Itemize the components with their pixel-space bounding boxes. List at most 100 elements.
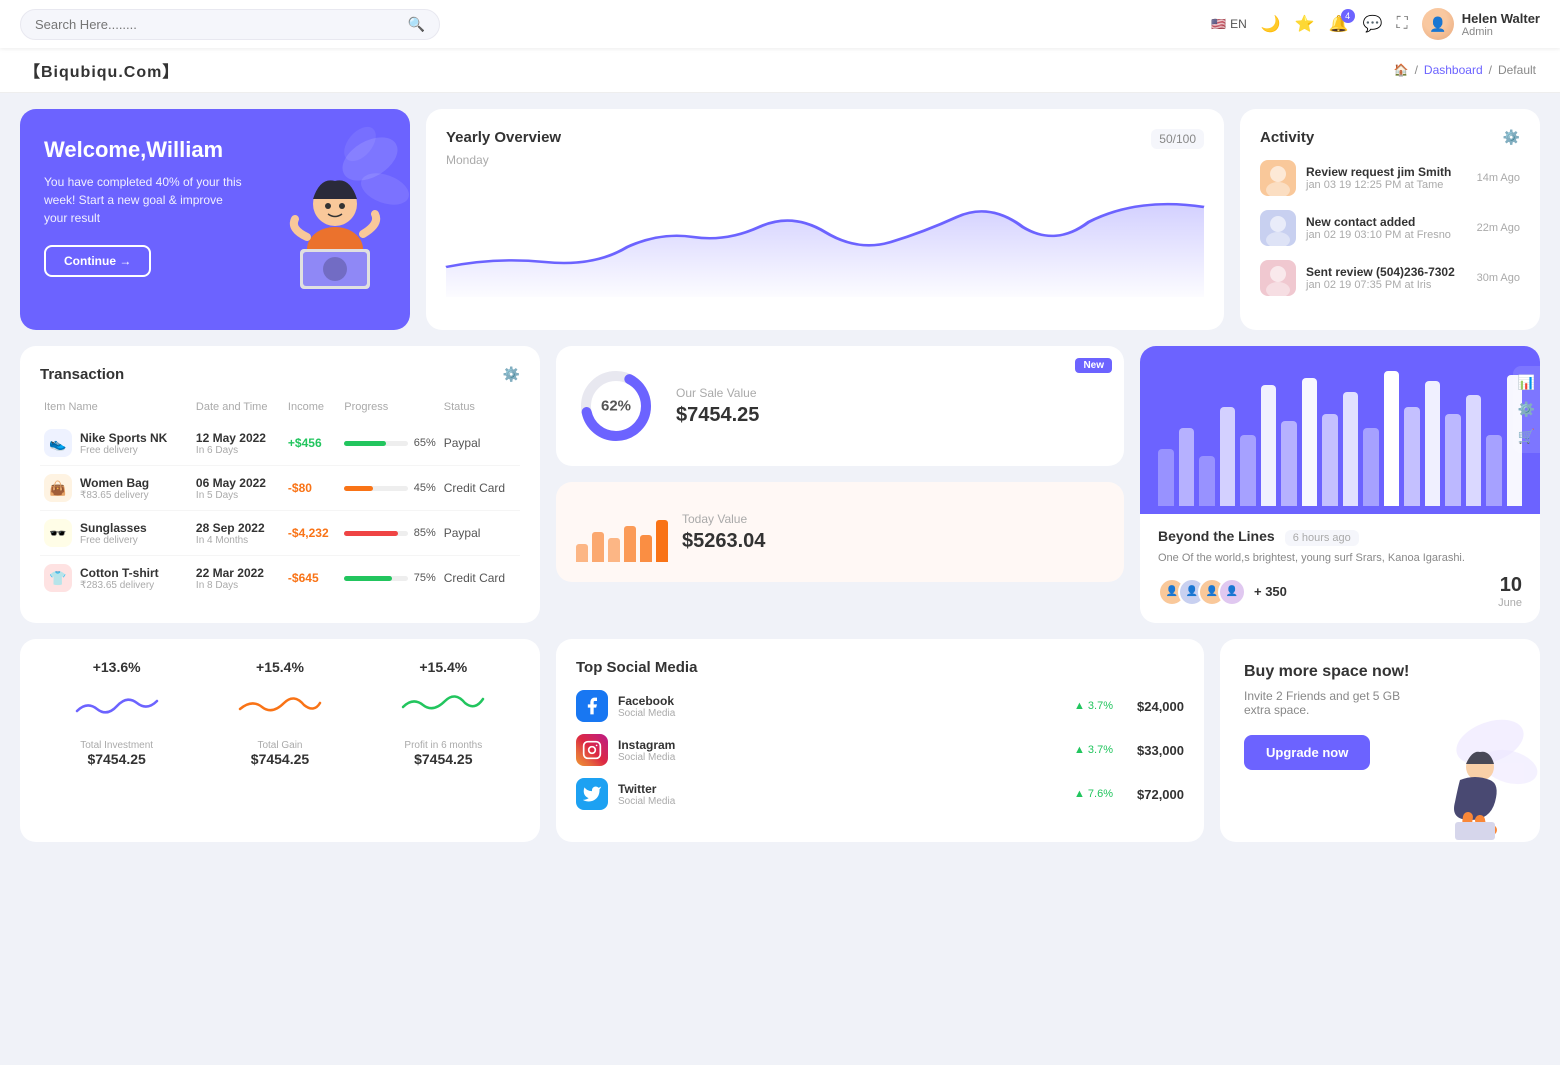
item-icon: 👕 <box>44 564 72 592</box>
user-role: Admin <box>1462 26 1540 38</box>
stat-pct: +13.6% <box>40 659 193 675</box>
transaction-settings-icon[interactable]: ⚙️ <box>503 366 520 383</box>
stat-value: $7454.25 <box>367 751 520 767</box>
stat-value: $7454.25 <box>40 751 193 767</box>
language-selector[interactable]: 🇺🇸 EN <box>1211 17 1247 31</box>
social-amount: $24,000 <box>1137 699 1184 714</box>
progress-bar <box>344 576 407 581</box>
search-bar[interactable]: 🔍 <box>20 9 440 40</box>
chart-bar <box>1384 371 1400 506</box>
new-badge: New <box>1075 358 1112 373</box>
item-date: 22 Mar 2022 <box>196 566 280 580</box>
social-growth: ▲ 3.7% <box>1074 700 1113 712</box>
item-sub: ₹83.65 delivery <box>80 490 149 501</box>
item-icon: 👜 <box>44 474 72 502</box>
welcome-card: Welcome,William You have completed 40% o… <box>20 109 410 330</box>
stat-value: $7454.25 <box>203 751 356 767</box>
today-value-amount: $5263.04 <box>682 530 1104 553</box>
progress-bar <box>344 531 407 536</box>
darkmode-icon[interactable]: 🌙 <box>1261 14 1281 34</box>
progress-pct: 45% <box>414 482 436 494</box>
social-growth: ▲ 7.6% <box>1074 788 1113 800</box>
chart-side-icon-2[interactable]: ⚙️ <box>1518 401 1535 418</box>
progress-fill <box>344 486 373 491</box>
nav-icons: 🇺🇸 EN 🌙 ⭐ 🔔 4 💬 ⛶ 👤 Helen Walter Admin <box>1211 8 1540 40</box>
social-media-title: Top Social Media <box>576 659 1184 676</box>
progress-pct: 65% <box>414 437 436 449</box>
chart-side-icon-1[interactable]: 📊 <box>1518 374 1535 391</box>
notification-icon[interactable]: 🔔 4 <box>1329 14 1349 34</box>
continue-button[interactable]: Continue → <box>44 245 151 277</box>
social-type: Social Media <box>618 796 675 807</box>
progress-fill <box>344 441 385 446</box>
item-name: Cotton T-shirt <box>80 566 159 580</box>
user-name: Helen Walter <box>1462 11 1540 26</box>
item-income-cell: -$80 <box>284 466 340 511</box>
social-media-item: Instagram Social Media ▲ 3.7% $33,000 <box>576 734 1184 766</box>
transaction-column-header: Date and Time <box>192 397 284 421</box>
item-status-cell: Paypal <box>440 421 520 466</box>
sale-value-label: Our Sale Value <box>676 386 1104 400</box>
stat-label: Total Investment <box>40 740 193 751</box>
stats-card: +13.6% Total Investment $7454.25 +15.4% … <box>20 639 540 842</box>
chart-bar <box>1302 378 1318 506</box>
social-media-item: Twitter Social Media ▲ 7.6% $72,000 <box>576 778 1184 810</box>
transaction-title: Transaction <box>40 366 124 383</box>
item-date-cell: 22 Mar 2022 In 8 Days <box>192 556 284 601</box>
stat-item: +15.4% Profit in 6 months $7454.25 <box>367 659 520 822</box>
social-platform-icon <box>576 690 608 722</box>
chart-side-icon-3[interactable]: 🛒 <box>1518 428 1535 445</box>
row-3: +13.6% Total Investment $7454.25 +15.4% … <box>20 639 1540 842</box>
today-value-card: Today Value $5263.04 Hot <box>556 482 1124 582</box>
flag-icon: 🇺🇸 <box>1211 17 1226 31</box>
activity-title-text: New contact added <box>1306 215 1467 229</box>
activity-avatar <box>1260 260 1296 296</box>
item-sub: Free delivery <box>80 445 167 456</box>
item-income-cell: -$645 <box>284 556 340 601</box>
yearly-title: Yearly Overview <box>446 129 561 146</box>
item-progress-cell: 85% <box>340 511 440 556</box>
item-date-cell: 06 May 2022 In 5 Days <box>192 466 284 511</box>
yearly-badge: 50/100 <box>1151 129 1204 149</box>
activity-time: 22m Ago <box>1477 222 1520 234</box>
big-chart-card: 📊 ⚙️ 🛒 Beyond the Lines 6 hours ago One … <box>1140 346 1540 623</box>
beyond-lines-section: Beyond the Lines 6 hours ago One Of the … <box>1140 514 1540 623</box>
search-input[interactable] <box>35 17 408 32</box>
yearly-subtitle: Monday <box>446 153 1204 167</box>
activity-sub-text: jan 03 19 12:25 PM at Tame <box>1306 179 1467 191</box>
beyond-plus-count: + 350 <box>1254 584 1287 599</box>
lang-label: EN <box>1230 17 1247 31</box>
chart-bar <box>1466 395 1482 506</box>
fullscreen-icon[interactable]: ⛶ <box>1397 15 1408 33</box>
activity-title-text: Sent review (504)236-7302 <box>1306 265 1467 279</box>
social-platform-icon <box>576 734 608 766</box>
item-name: Sunglasses <box>80 521 147 535</box>
transaction-table: Item NameDate and TimeIncomeProgressStat… <box>40 397 520 600</box>
stat-chart <box>403 681 483 731</box>
chart-bar <box>1261 385 1277 506</box>
transaction-column-header: Item Name <box>40 397 192 421</box>
item-progress-cell: 65% <box>340 421 440 466</box>
breadcrumb-dashboard[interactable]: Dashboard <box>1424 63 1483 77</box>
date-month: June <box>1498 597 1522 609</box>
breadcrumb-default: Default <box>1498 63 1536 77</box>
social-info: Facebook Social Media <box>618 694 675 719</box>
activity-sub-text: jan 02 19 07:35 PM at Iris <box>1306 279 1467 291</box>
upgrade-button[interactable]: Upgrade now <box>1244 735 1370 770</box>
sale-value-amount: $7454.25 <box>676 404 1104 427</box>
yearly-overview-card: Yearly Overview 50/100 Monday <box>426 109 1224 330</box>
home-icon[interactable]: 🏠 <box>1394 63 1409 77</box>
star-icon[interactable]: ⭐ <box>1295 14 1315 34</box>
breadcrumb: 🏠 / Dashboard / Default <box>1394 63 1536 77</box>
chart-bar <box>1404 407 1420 506</box>
activity-sub-text: jan 02 19 03:10 PM at Fresno <box>1306 229 1467 241</box>
item-name-cell: 🕶️ Sunglasses Free delivery <box>40 511 192 556</box>
activity-item: New contact added jan 02 19 03:10 PM at … <box>1260 210 1520 246</box>
activity-avatar <box>1260 210 1296 246</box>
item-progress-cell: 45% <box>340 466 440 511</box>
upgrade-subtitle: Invite 2 Friends and get 5 GB extra spac… <box>1244 689 1414 717</box>
message-icon[interactable]: 💬 <box>1363 14 1383 34</box>
social-type: Social Media <box>618 708 675 719</box>
item-date: 06 May 2022 <box>196 476 280 490</box>
activity-settings-icon[interactable]: ⚙️ <box>1503 129 1520 146</box>
